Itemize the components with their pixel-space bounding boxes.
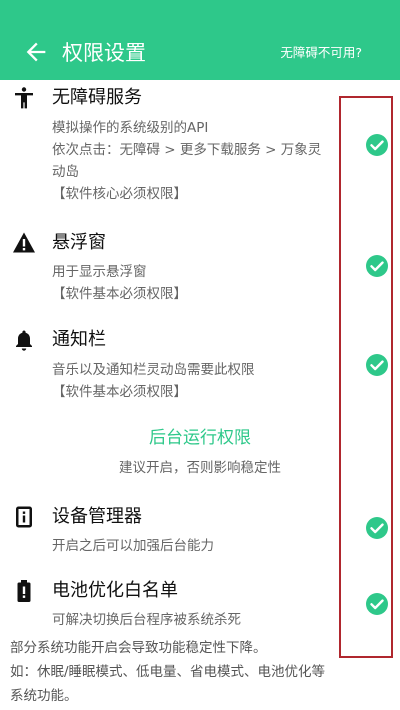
bell-icon	[16, 330, 32, 351]
accessibility-service-title[interactable]: 无障碍服务	[52, 86, 142, 110]
footer-note-line-2: 如：休眠/睡眠模式、低电量、省电模式、电池优化等	[10, 664, 326, 680]
notification-desc-line-2: 【软件基本必须权限】	[52, 384, 187, 400]
device-manager-title[interactable]: 设备管理器	[52, 505, 142, 529]
overlay-title[interactable]: 悬浮窗	[52, 231, 106, 255]
device-manager-icon	[16, 506, 32, 528]
battery-whitelist-title[interactable]: 电池优化白名单	[52, 579, 178, 603]
accessibility-unavailable-link[interactable]: 无障碍不可用?	[280, 44, 362, 62]
notification-desc-line-1: 音乐以及通知栏灵动岛需要此权限	[52, 362, 255, 378]
accessibility-desc-line-3: 动岛	[52, 164, 79, 180]
overlay-desc-line-1: 用于显示悬浮窗	[52, 264, 147, 280]
accessibility-desc-line-2: 依次点击：无障碍 > 更多下载服务 > 万象灵	[52, 142, 322, 158]
footer-note-line-1: 部分系统功能开启会导致功能稳定性下降。	[10, 640, 267, 656]
battery-icon	[17, 580, 31, 602]
accessibility-desc-line-1: 模拟操作的系统级别的API	[52, 120, 209, 136]
app-bar: 权限设置 无障碍不可用?	[0, 0, 400, 80]
warning-triangle-icon	[13, 232, 35, 253]
page-title: 权限设置	[62, 41, 146, 65]
overlay-desc-line-2: 【软件基本必须权限】	[52, 286, 187, 302]
person-accessibility-icon	[15, 87, 33, 109]
accessibility-desc-line-4: 【软件核心必须权限】	[52, 186, 187, 202]
footer-note-line-3: 系统功能。	[10, 688, 78, 704]
battery-whitelist-desc: 可解决切换后台程序被系统杀死	[52, 612, 241, 628]
back-arrow-icon[interactable]	[22, 38, 50, 66]
notification-title[interactable]: 通知栏	[52, 328, 106, 352]
highlight-box	[339, 96, 393, 658]
device-manager-desc: 开启之后可以加强后台能力	[52, 538, 214, 554]
